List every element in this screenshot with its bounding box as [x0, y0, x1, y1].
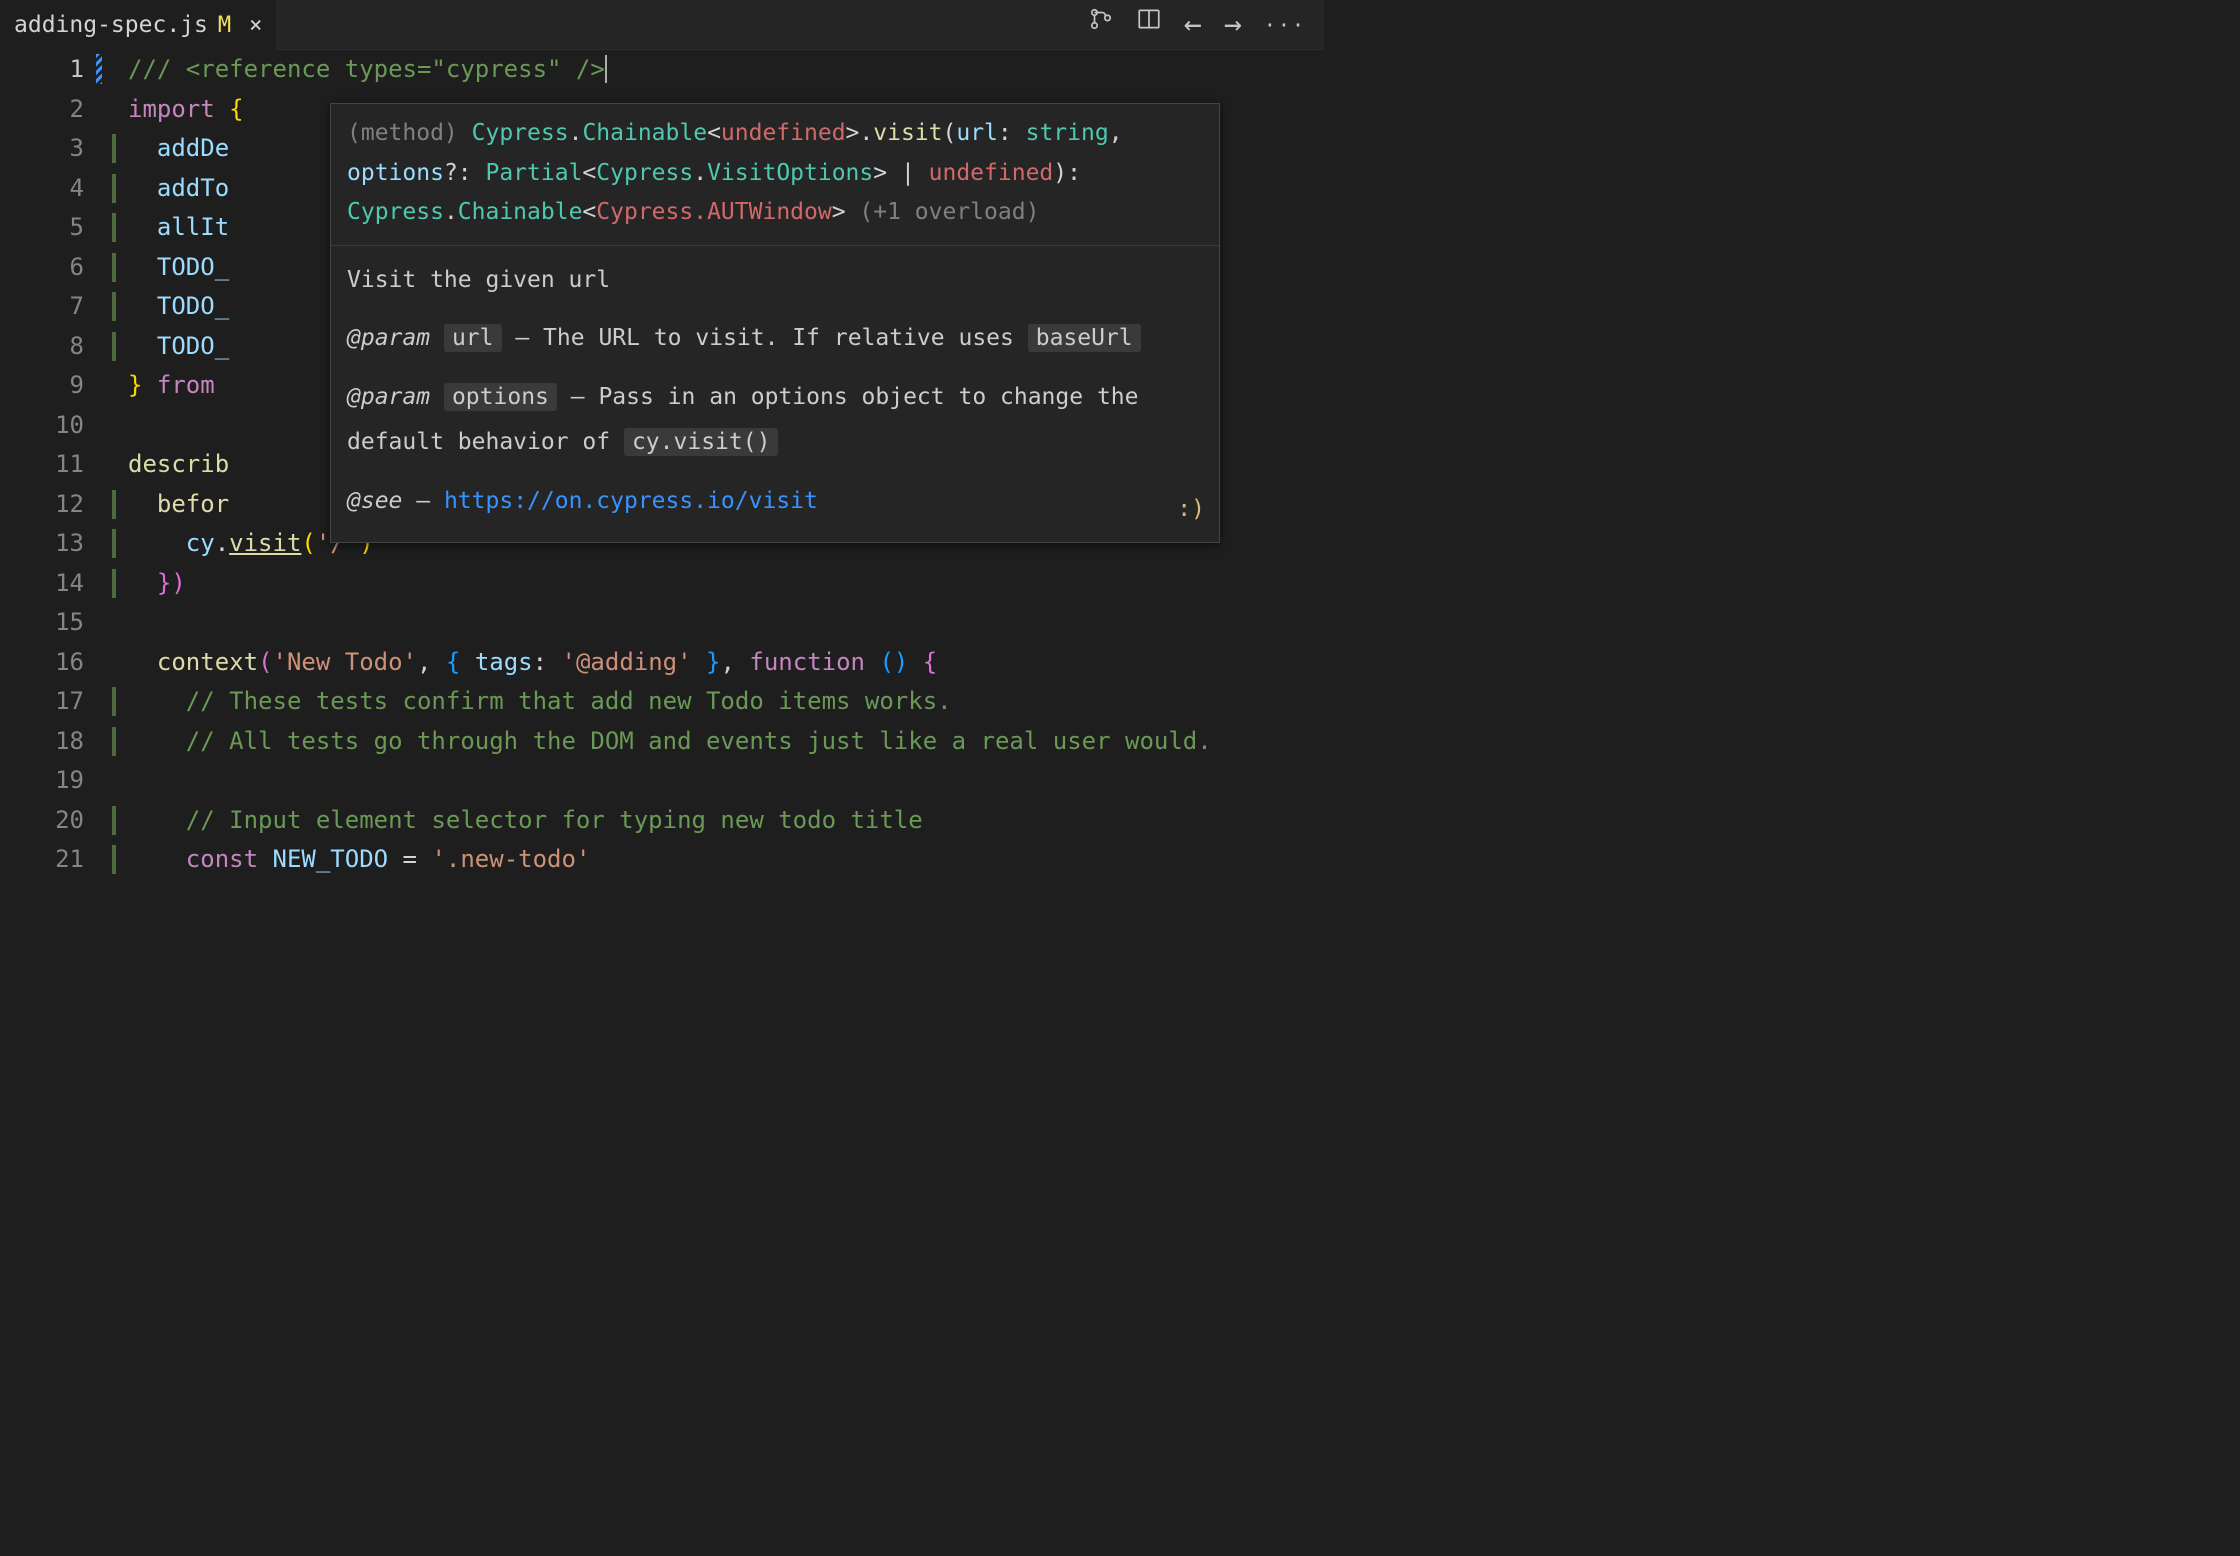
code-content[interactable]: /// <reference types="cypress" /> import…: [108, 50, 1324, 880]
hover-link[interactable]: https://on.cypress.io/visit: [444, 488, 818, 514]
line-number: 15: [0, 603, 108, 643]
line-number-gutter: 1 2 3 4 5 6 7 8 9 10 11 12 13 14 15 16 1…: [0, 50, 108, 880]
line-number: 13: [0, 524, 108, 564]
line-number: 18: [0, 722, 108, 762]
line-number: 5: [0, 208, 108, 248]
hover-signature: (method) Cypress.Chainable<undefined>.vi…: [331, 104, 1219, 246]
tab-modified-indicator: M: [218, 9, 231, 42]
code-line: const NEW_TODO = '.new-todo': [128, 840, 1324, 880]
code-line: [128, 603, 1324, 643]
line-number: 20: [0, 801, 108, 841]
smile-icon[interactable]: :): [1177, 487, 1205, 532]
line-number: 12: [0, 485, 108, 525]
line-number: 2: [0, 90, 108, 130]
code-editor[interactable]: 1 2 3 4 5 6 7 8 9 10 11 12 13 14 15 16 1…: [0, 50, 1324, 880]
line-number: 17: [0, 682, 108, 722]
editor-tab[interactable]: adding-spec.js M ×: [0, 0, 276, 50]
tab-filename: adding-spec.js: [14, 8, 208, 43]
code-line: }): [128, 564, 1324, 604]
hover-tooltip[interactable]: (method) Cypress.Chainable<undefined>.vi…: [330, 103, 1220, 543]
line-number: 10: [0, 406, 108, 446]
hover-documentation: Visit the given url @param url — The URL…: [331, 246, 1219, 542]
code-line: /// <reference types="cypress" />: [128, 50, 1324, 90]
hover-param-url: @param url — The URL to visit. If relati…: [347, 316, 1203, 361]
line-number: 3: [0, 129, 108, 169]
hover-param-options: @param options — Pass in an options obje…: [347, 375, 1203, 465]
more-actions-icon[interactable]: ···: [1264, 10, 1306, 40]
line-number: 1: [0, 50, 108, 90]
code-line: [128, 761, 1324, 801]
line-number: 9: [0, 366, 108, 406]
close-icon[interactable]: ×: [249, 9, 262, 42]
code-line: // Input element selector for typing new…: [128, 801, 1324, 841]
hover-description: Visit the given url: [347, 258, 1203, 303]
line-number: 8: [0, 327, 108, 367]
hover-see: @see — https://on.cypress.io/visit: [347, 479, 1203, 524]
hover-fade: @example: [347, 524, 1203, 534]
text-cursor: [605, 55, 607, 83]
line-number: 21: [0, 840, 108, 880]
editor-titlebar: adding-spec.js M × ← → ···: [0, 0, 1324, 50]
split-editor-icon[interactable]: [1136, 6, 1162, 43]
line-number: 19: [0, 761, 108, 801]
editor-title-actions: ← → ···: [1088, 2, 1324, 47]
line-number: 16: [0, 643, 108, 683]
code-line: context('New Todo', { tags: '@adding' },…: [128, 643, 1324, 683]
code-line: // These tests confirm that add new Todo…: [128, 682, 1324, 722]
line-number: 14: [0, 564, 108, 604]
line-number: 11: [0, 445, 108, 485]
line-number: 4: [0, 169, 108, 209]
line-number: 7: [0, 287, 108, 327]
line-number: 6: [0, 248, 108, 288]
nav-back-icon[interactable]: ←: [1184, 2, 1202, 47]
compare-icon[interactable]: [1088, 6, 1114, 43]
nav-forward-icon[interactable]: →: [1224, 2, 1242, 47]
code-line: // All tests go through the DOM and even…: [128, 722, 1324, 762]
